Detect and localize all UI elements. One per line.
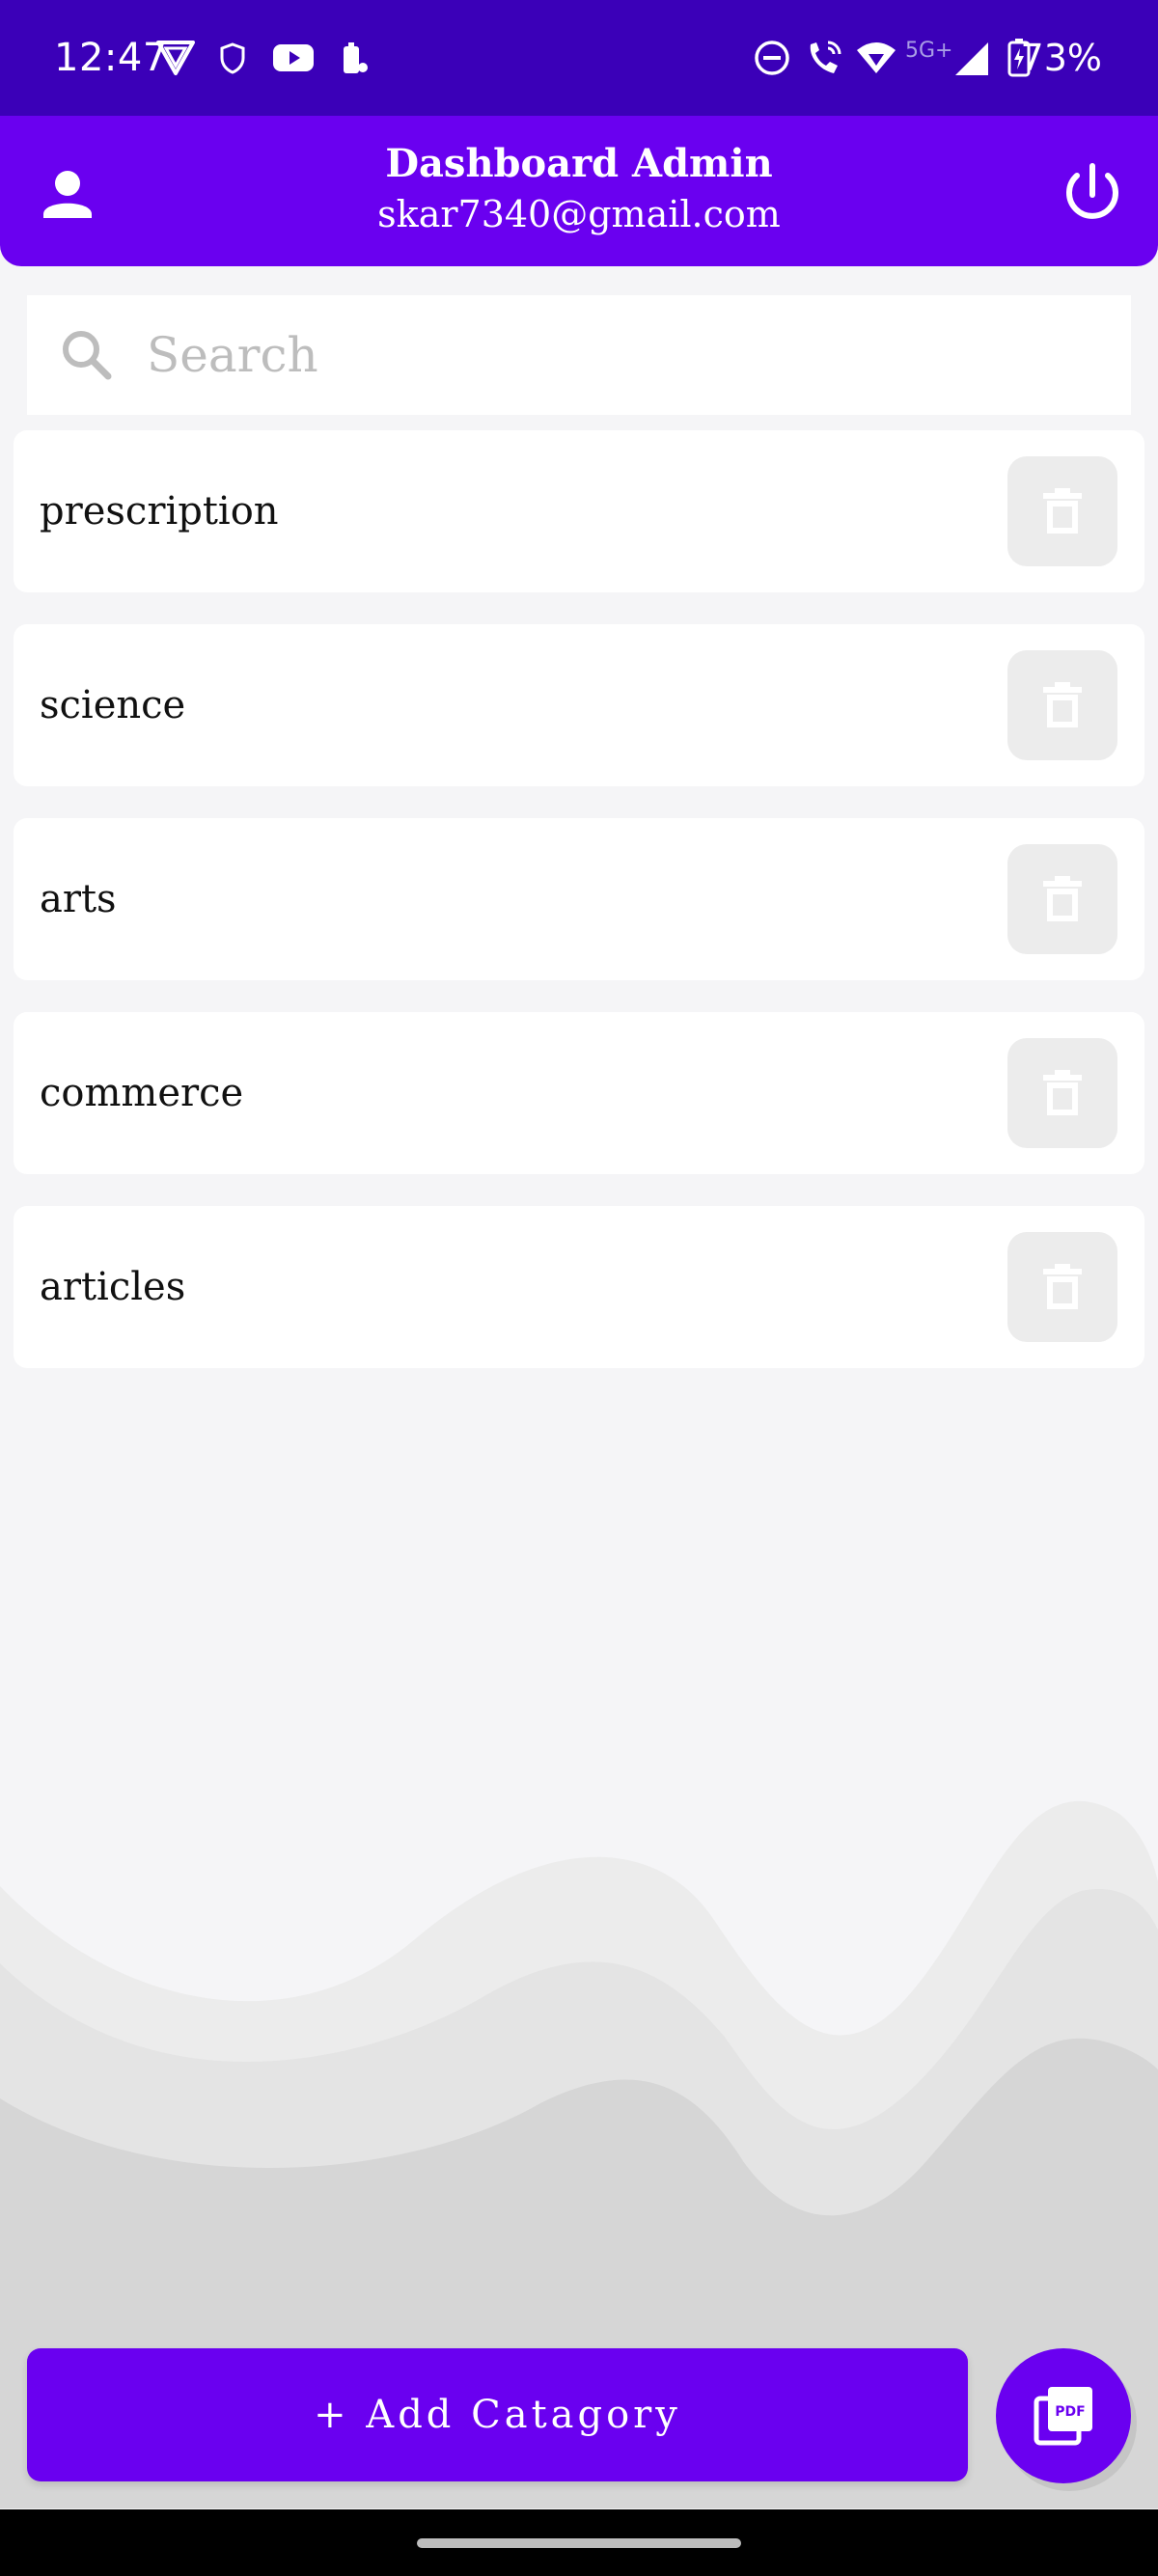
trash-icon <box>1043 876 1082 921</box>
delete-button[interactable] <box>1007 1232 1117 1342</box>
add-category-button[interactable]: + Add Catagory <box>27 2348 968 2481</box>
category-label: science <box>40 683 186 727</box>
do-not-disturb-icon <box>755 41 789 75</box>
search-bar <box>27 295 1131 415</box>
list-item[interactable]: prescription <box>14 430 1144 592</box>
youtube-icon <box>273 44 314 71</box>
category-label: arts <box>40 877 117 921</box>
power-icon[interactable] <box>1052 152 1133 233</box>
list-item[interactable]: science <box>14 624 1144 786</box>
home-gesture-handle[interactable] <box>417 2538 741 2548</box>
status-bar: 12:47 5G+ 73% <box>0 0 1158 116</box>
wifi-icon <box>857 42 896 73</box>
list-item[interactable]: arts <box>14 818 1144 980</box>
battery-percentage: 73% <box>1020 37 1102 79</box>
page-title: Dashboard Admin <box>385 141 773 186</box>
system-nav-bar <box>0 2509 1158 2576</box>
category-label: articles <box>40 1265 186 1309</box>
vpn-icon <box>156 41 195 75</box>
trash-icon <box>1043 1070 1082 1115</box>
wifi-calling-icon <box>810 41 841 73</box>
delete-button[interactable] <box>1007 650 1117 760</box>
network-type-label: 5G+ <box>905 39 953 63</box>
status-time: 12:47 <box>54 36 168 80</box>
battery-saver-icon <box>344 42 368 73</box>
trash-icon <box>1043 488 1082 534</box>
delete-button[interactable] <box>1007 844 1117 954</box>
list-item[interactable]: commerce <box>14 1012 1144 1174</box>
list-item[interactable]: articles <box>14 1206 1144 1368</box>
pdf-button[interactable]: PDF <box>996 2348 1131 2483</box>
svg-text:PDF: PDF <box>1055 2404 1085 2420</box>
user-email: skar7340@gmail.com <box>377 193 781 235</box>
trash-icon <box>1043 1264 1082 1309</box>
delete-button[interactable] <box>1007 456 1117 566</box>
shield-icon <box>220 42 245 74</box>
category-list: prescription science arts commerce artic… <box>14 430 1144 1400</box>
category-label: prescription <box>40 489 279 534</box>
app-header: Dashboard Admin skar7340@gmail.com <box>0 116 1158 266</box>
delete-button[interactable] <box>1007 1038 1117 1148</box>
search-input[interactable] <box>118 315 1102 396</box>
signal-icon <box>955 42 988 75</box>
category-label: commerce <box>40 1071 244 1115</box>
search-icon <box>63 331 112 380</box>
pdf-icon: PDF <box>1034 2387 1092 2446</box>
trash-icon <box>1043 682 1082 727</box>
